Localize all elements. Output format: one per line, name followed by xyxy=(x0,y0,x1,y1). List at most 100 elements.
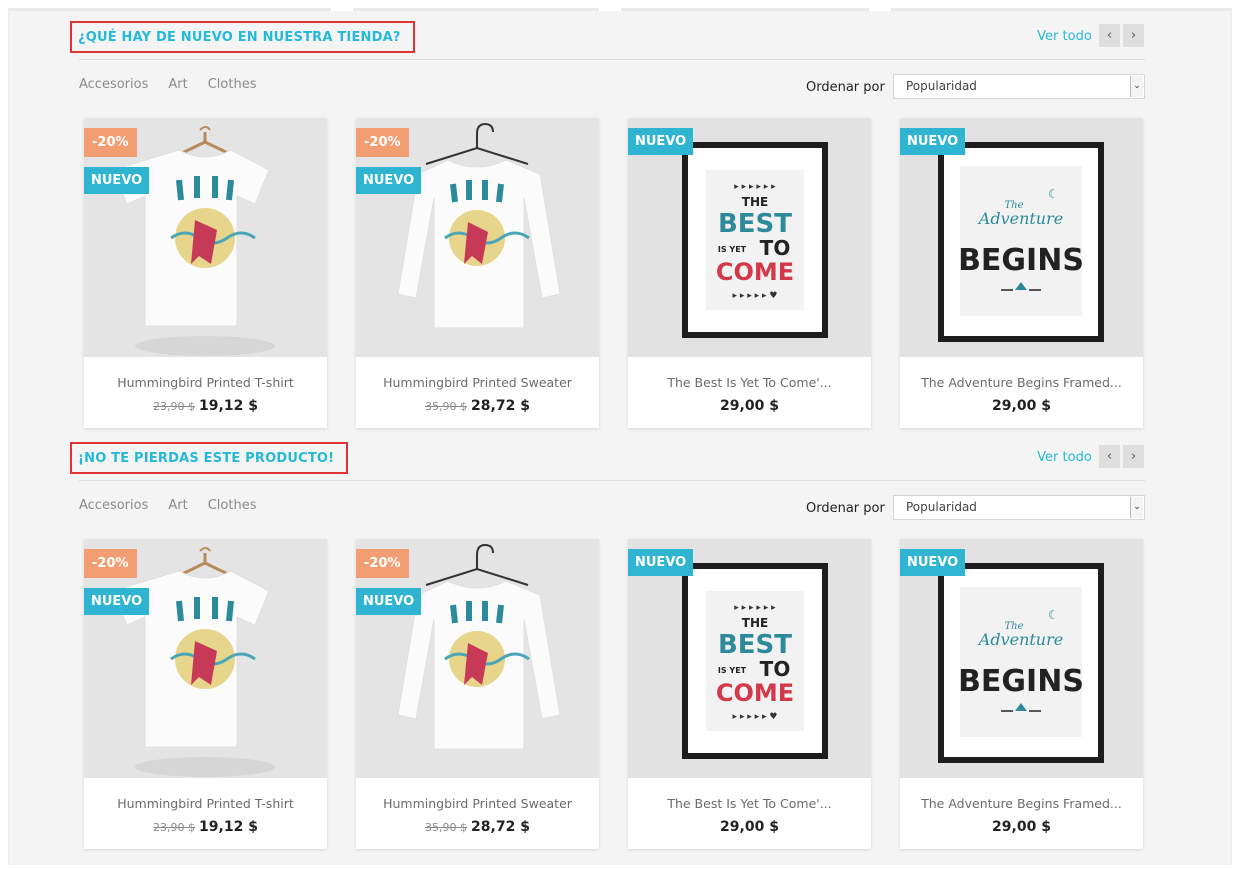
poster-word: COME xyxy=(716,679,794,707)
product-card[interactable]: -20% NUEVO Hummingbird Printed Sweater 35… xyxy=(356,539,599,849)
regular-price: 35,90 $ xyxy=(425,821,468,834)
view-all-link[interactable]: Ver todo› xyxy=(1037,450,1103,465)
product-price: 29,00 $ xyxy=(628,398,871,414)
poster-word: THE xyxy=(742,616,768,630)
product-card[interactable]: ☾ The Adventure BEGINS NUEVO The Adventu… xyxy=(900,118,1143,428)
current-price: 28,72 $ xyxy=(471,398,530,414)
current-price: 29,00 $ xyxy=(720,819,779,835)
svg-text:▸ ▸ ▸ ▸ ▸ ♥: ▸ ▸ ▸ ▸ ▸ ♥ xyxy=(733,712,778,722)
carousel-next-button[interactable]: › xyxy=(1123,24,1144,47)
product-price: 29,00 $ xyxy=(900,819,1143,835)
svg-text:☾: ☾ xyxy=(1048,608,1059,622)
poster-word: Adventure xyxy=(977,630,1063,649)
chevron-left-icon: ‹ xyxy=(1106,28,1113,43)
product-card[interactable]: -20% NUEVO Hummingbird Printed T-shirt 23… xyxy=(84,118,327,428)
poster-word: BEST xyxy=(718,209,792,239)
product-price: 29,00 $ xyxy=(628,819,871,835)
section-title[interactable]: ¡NO TE PIERDAS ESTE PRODUCTO! xyxy=(78,451,334,466)
poster-word: COME xyxy=(716,258,794,286)
poster-word: TO xyxy=(760,236,791,260)
svg-text:☾: ☾ xyxy=(1048,187,1059,201)
sort-select-value: Popularidad xyxy=(906,79,977,93)
product-card[interactable]: ☾ The Adventure BEGINS NUEVO The Adventu… xyxy=(900,539,1143,849)
category-tab[interactable]: Clothes xyxy=(208,498,257,513)
carousel-next-button[interactable]: › xyxy=(1123,445,1144,468)
product-price: 23,90 $19,12 $ xyxy=(84,819,327,835)
new-badge: NUEVO xyxy=(356,167,422,194)
discount-badge: -20% xyxy=(84,549,137,578)
product-name[interactable]: Hummingbird Printed Sweater xyxy=(356,375,599,390)
product-card[interactable]: ▸ ▸ ▸ ▸ ▸ ▸ THE BEST IS YET TO COME ▸ ▸ … xyxy=(628,539,871,849)
poster-word: BEGINS xyxy=(958,243,1084,278)
regular-price: 35,90 $ xyxy=(425,400,468,413)
view-all-label: Ver todo xyxy=(1037,450,1092,465)
carousel-prev-button[interactable]: ‹ xyxy=(1099,445,1120,468)
section-title-box: ¿QUÉ HAY DE NUEVO EN NUESTRA TIENDA? xyxy=(70,21,415,53)
chevron-down-icon: ⌄ xyxy=(1130,76,1143,97)
product-card[interactable]: -20% NUEVO Hummingbird Printed Sweater 35… xyxy=(356,118,599,428)
new-badge: NUEVO xyxy=(84,167,150,194)
new-badge: NUEVO xyxy=(356,588,422,615)
chevron-left-icon: ‹ xyxy=(1106,449,1113,464)
product-name[interactable]: The Best Is Yet To Come'... xyxy=(628,796,871,811)
regular-price: 23,90 $ xyxy=(153,821,196,834)
current-price: 19,12 $ xyxy=(199,398,258,414)
poster-word: THE xyxy=(742,195,768,209)
product-price: 35,90 $28,72 $ xyxy=(356,819,599,835)
sort-select[interactable]: Popularidad ⌄ xyxy=(893,495,1145,520)
poster-word: BEST xyxy=(718,630,792,660)
product-name[interactable]: Hummingbird Printed T-shirt xyxy=(84,375,327,390)
current-price: 29,00 $ xyxy=(720,398,779,414)
carousel-prev-button[interactable]: ‹ xyxy=(1099,24,1120,47)
category-tab[interactable]: Clothes xyxy=(208,77,257,92)
chevron-right-icon: › xyxy=(1130,28,1137,43)
new-badge: NUEVO xyxy=(900,128,966,155)
poster-word: IS YET xyxy=(718,666,747,675)
product-price: 35,90 $28,72 $ xyxy=(356,398,599,414)
category-tabs: Accesorios Art Clothes xyxy=(79,498,256,513)
current-price: 28,72 $ xyxy=(471,819,530,835)
section-title[interactable]: ¿QUÉ HAY DE NUEVO EN NUESTRA TIENDA? xyxy=(78,30,401,45)
svg-text:▸ ▸ ▸ ▸ ▸ ▸: ▸ ▸ ▸ ▸ ▸ ▸ xyxy=(734,603,776,613)
current-price: 19,12 $ xyxy=(199,819,258,835)
product-name[interactable]: The Adventure Begins Framed... xyxy=(900,375,1143,390)
new-badge: NUEVO xyxy=(900,549,966,576)
discount-badge: -20% xyxy=(356,549,409,578)
category-tab[interactable]: Accesorios xyxy=(79,498,148,513)
category-tab[interactable]: Art xyxy=(168,77,187,92)
product-name[interactable]: The Best Is Yet To Come'... xyxy=(628,375,871,390)
category-tab[interactable]: Accesorios xyxy=(79,77,148,92)
product-card[interactable]: -20% NUEVO Hummingbird Printed T-shirt 23… xyxy=(84,539,327,849)
sort-select[interactable]: Popularidad ⌄ xyxy=(893,74,1145,99)
chevron-down-icon: ⌄ xyxy=(1130,497,1143,518)
chevron-right-icon: › xyxy=(1130,449,1137,464)
category-tab[interactable]: Art xyxy=(168,498,187,513)
product-card[interactable]: ▸ ▸ ▸ ▸ ▸ ▸ THE BEST IS YET TO COME ▸ ▸ … xyxy=(628,118,871,428)
poster-word: BEGINS xyxy=(958,664,1084,699)
product-name[interactable]: The Adventure Begins Framed... xyxy=(900,796,1143,811)
view-all-link[interactable]: Ver todo› xyxy=(1037,29,1103,44)
regular-price: 23,90 $ xyxy=(153,400,196,413)
product-price: 29,00 $ xyxy=(900,398,1143,414)
new-badge: NUEVO xyxy=(628,549,694,576)
discount-badge: -20% xyxy=(84,128,137,157)
sort-label: Ordenar por xyxy=(806,80,885,95)
product-price: 23,90 $19,12 $ xyxy=(84,398,327,414)
page-content: ¿QUÉ HAY DE NUEVO EN NUESTRA TIENDA? Ver… xyxy=(8,8,1232,865)
product-name[interactable]: Hummingbird Printed Sweater xyxy=(356,796,599,811)
product-name[interactable]: Hummingbird Printed T-shirt xyxy=(84,796,327,811)
current-price: 29,00 $ xyxy=(992,819,1051,835)
top-divider xyxy=(9,8,1231,11)
svg-text:▸ ▸ ▸ ▸ ▸ ♥: ▸ ▸ ▸ ▸ ▸ ♥ xyxy=(733,291,778,301)
new-badge: NUEVO xyxy=(84,588,150,615)
poster-word: IS YET xyxy=(718,245,747,254)
sort-label: Ordenar por xyxy=(806,501,885,516)
view-all-label: Ver todo xyxy=(1037,29,1092,44)
section-title-box: ¡NO TE PIERDAS ESTE PRODUCTO! xyxy=(70,442,349,474)
poster-word: TO xyxy=(760,657,791,681)
discount-badge: -20% xyxy=(356,128,409,157)
category-tabs: Accesorios Art Clothes xyxy=(79,77,256,92)
section-divider xyxy=(79,59,1145,60)
svg-text:▸ ▸ ▸ ▸ ▸ ▸: ▸ ▸ ▸ ▸ ▸ ▸ xyxy=(734,182,776,192)
sort-select-value: Popularidad xyxy=(906,500,977,514)
